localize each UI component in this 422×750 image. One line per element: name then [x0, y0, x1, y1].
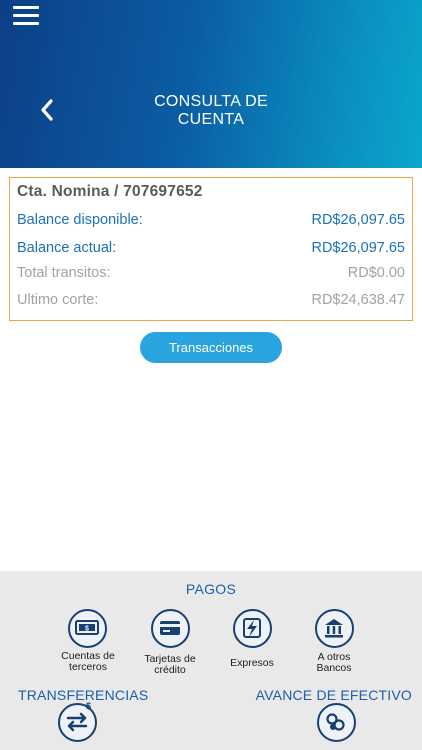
transacciones-button[interactable]: Transacciones	[140, 332, 282, 363]
balance-disponible-row: Balance disponible: RD$26,097.65	[17, 212, 405, 232]
icon-label-line2: crédito	[154, 664, 186, 676]
quick-actions-panel: PAGOS $ Cuentas de terceros Tarjetas de …	[0, 571, 422, 750]
row-value: RD$26,097.65	[311, 240, 405, 256]
avance-efectivo-section-title: AVANCE DE EFECTIVO	[255, 687, 412, 703]
chevron-left-icon[interactable]	[36, 97, 60, 123]
page-title-line2: CUENTA	[177, 111, 245, 128]
icon-label-line2: terceros	[69, 661, 107, 673]
page-title-line1: CONSULTA DE	[154, 93, 268, 110]
pagos-item-otros-bancos[interactable]: A otros Bancos	[294, 652, 374, 674]
transferencias-section-title: TRANSFERENCIAS	[18, 687, 149, 703]
hamburger-menu-icon[interactable]	[13, 6, 39, 26]
row-label: Ultimo corte:	[17, 292, 99, 308]
transfer-arrows-icon[interactable]	[58, 703, 97, 742]
total-transitos-row: Total transitos: RD$0.00	[17, 265, 405, 285]
icon-label-line1: Expresos	[230, 657, 274, 669]
pagos-item-tarjetas-credito[interactable]: Tarjetas de crédito	[130, 654, 210, 676]
dollar-sign-icon: $	[86, 701, 92, 711]
cash-bill-icon[interactable]: $	[68, 609, 107, 648]
svg-text:$: $	[85, 626, 89, 633]
row-label: Total transitos:	[17, 265, 111, 281]
ultimo-corte-row: Ultimo corte: RD$24,638.47	[17, 292, 405, 312]
lightning-icon[interactable]	[233, 609, 272, 648]
page-title: CONSULTA DE CUENTA	[110, 93, 312, 129]
row-label: Balance actual:	[17, 240, 117, 256]
row-label: Balance disponible:	[17, 212, 143, 228]
row-value: RD$0.00	[347, 265, 405, 281]
pagos-item-cuentas-terceros[interactable]: Cuentas de terceros	[48, 651, 128, 673]
row-value: RD$24,638.47	[311, 292, 405, 308]
pagos-section-title: PAGOS	[185, 581, 237, 597]
account-summary-box: Cta. Nomina / 707697652 Balance disponib…	[9, 177, 413, 321]
icon-label-line2: Bancos	[316, 662, 352, 674]
bank-icon[interactable]	[315, 609, 354, 648]
balance-actual-row: Balance actual: RD$26,097.65	[17, 240, 405, 260]
app-header: CONSULTA DE CUENTA	[0, 0, 422, 168]
pagos-item-expresos[interactable]: Expresos	[212, 658, 292, 669]
account-title: Cta. Nomina / 707697652	[17, 183, 203, 200]
credit-card-icon[interactable]	[151, 609, 190, 648]
coins-icon[interactable]	[317, 703, 356, 742]
row-value: RD$26,097.65	[311, 212, 405, 228]
